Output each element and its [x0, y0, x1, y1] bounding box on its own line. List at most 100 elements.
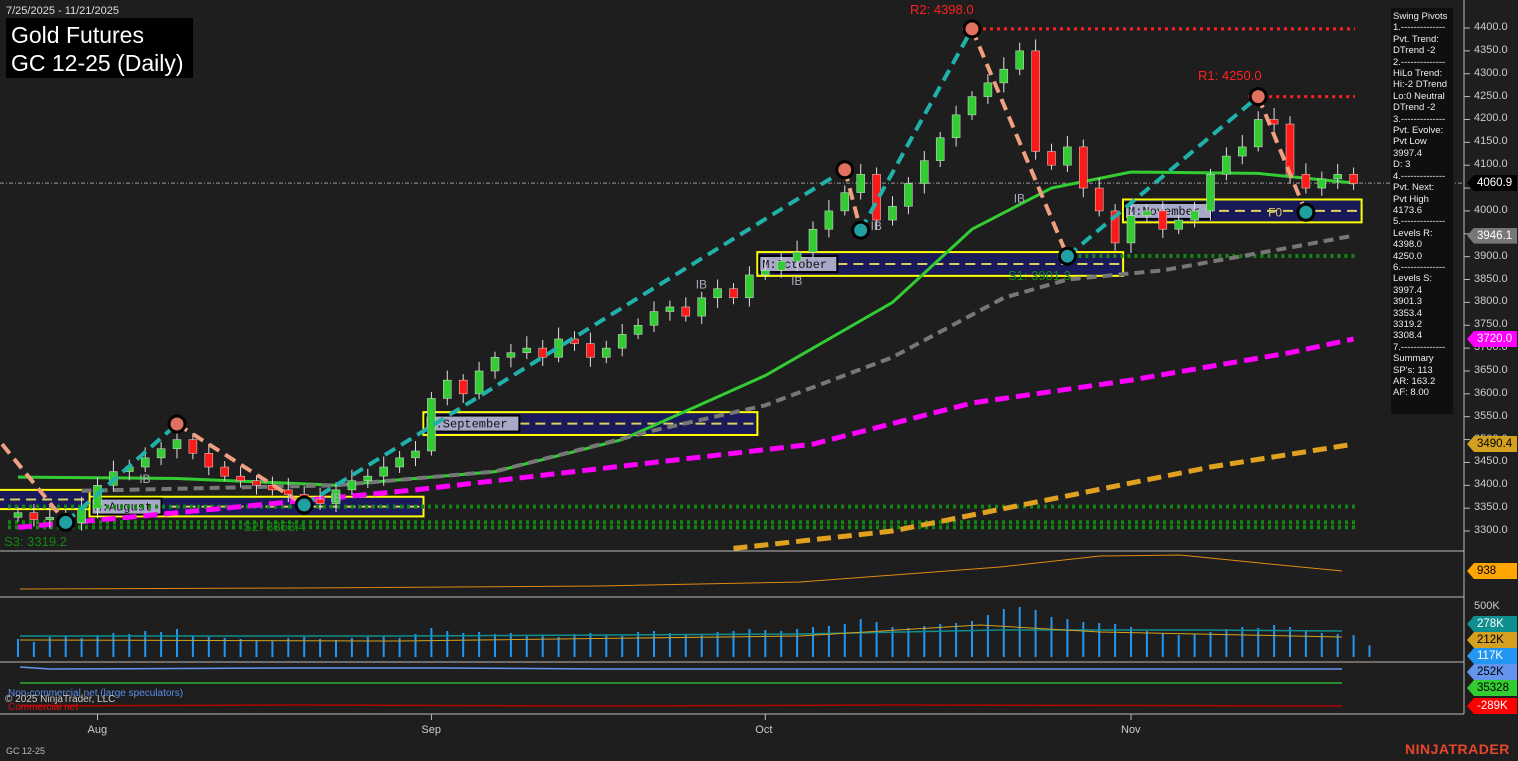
swing-pivot-marker — [1248, 87, 1268, 107]
pivot-panel-line: Swing Pivots — [1393, 11, 1448, 22]
candle-body — [1174, 219, 1183, 230]
pivot-panel-line: Levels S: — [1393, 273, 1433, 285]
candle-body — [411, 450, 420, 459]
price-axis-tick: 3350.0 — [1474, 501, 1508, 514]
chart-annotation: IB — [139, 472, 150, 486]
cot-other-tag: 35328 — [1467, 680, 1517, 696]
candle-body — [45, 517, 55, 520]
candle-body — [1015, 50, 1024, 70]
candle-body — [443, 379, 452, 399]
candle-body — [1079, 146, 1088, 189]
candle-body — [315, 498, 325, 504]
pivot-panel-line: 6.-------------- — [1393, 261, 1446, 273]
chart-annotation: IB — [696, 278, 707, 292]
price-tag: 3946.1 — [1467, 227, 1517, 244]
candle-body — [1031, 50, 1040, 152]
oi-average-line — [19, 624, 1343, 642]
candle-body — [140, 457, 150, 468]
swing-pivot-marker — [851, 220, 871, 240]
candle-body — [538, 347, 547, 358]
title-instrument: Gold Futures — [11, 22, 144, 48]
candle-body — [347, 480, 357, 491]
candle-body — [395, 457, 404, 468]
swing-pivot-marker — [56, 512, 76, 532]
chart-annotation: F0 — [1268, 205, 1282, 219]
candle-body — [29, 512, 39, 520]
candle-body — [1142, 210, 1152, 216]
candle-body — [729, 288, 738, 299]
time-axis-label: Aug — [87, 724, 108, 736]
price-axis-tick: 3900.0 — [1474, 249, 1508, 262]
swing-pivot-marker — [167, 414, 187, 434]
price-axis-tick: 3750.0 — [1474, 318, 1508, 331]
indicator-value-tag: 938 — [1467, 563, 1517, 579]
candle-body — [872, 174, 881, 221]
candle-body — [1047, 151, 1056, 166]
pivot-panel-line: Summary — [1393, 353, 1434, 365]
pivot-panel-line: Pvt. Trend: — [1393, 33, 1439, 45]
candle-body — [761, 270, 770, 276]
pivot-panel-line: AF: 8.00 — [1393, 387, 1429, 399]
price-axis-tick: 4300.0 — [1474, 66, 1508, 79]
candle-body — [363, 475, 373, 481]
candle-body — [506, 352, 516, 358]
indicator-line — [19, 554, 1343, 590]
candle-body — [920, 160, 929, 184]
pivot-panel-line: Pvt. Next: — [1393, 182, 1435, 194]
pivot-panel-line: SP's: 113 — [1393, 364, 1433, 376]
level-label: S3: 3319.2 — [4, 534, 67, 549]
level-label: R2: 4398.0 — [910, 2, 974, 17]
level-label: S2: 3353.4 — [243, 519, 306, 534]
pivot-panel-line: 3901.3 — [1393, 296, 1423, 308]
price-axis-tick: 3650.0 — [1474, 363, 1508, 376]
pivot-panel-line: 3308.4 — [1393, 330, 1423, 342]
candle-body — [1333, 174, 1342, 180]
price-axis-tick: 3450.0 — [1474, 455, 1508, 468]
candle-body — [951, 114, 961, 139]
pivot-panel-line: 3997.4 — [1393, 284, 1423, 296]
chart-canvas[interactable]: M:AugustM:SeptemberM:OctoberM:NovemberR2… — [0, 0, 1518, 761]
candle-body — [156, 448, 166, 459]
candle-body — [458, 379, 468, 395]
pivot-panel-line: AR: 163.2 — [1393, 376, 1436, 387]
price-axis-tick: 4350.0 — [1474, 43, 1508, 56]
instrument-label: GC 12-25 — [6, 746, 46, 756]
time-axis-label: Oct — [755, 724, 773, 736]
candle-body — [13, 512, 23, 518]
candle-body — [1206, 174, 1215, 212]
candle-body — [681, 306, 691, 317]
level-label: R1: 4250.0 — [1198, 68, 1262, 83]
candle-body — [983, 82, 993, 97]
pivot-panel-line: Hi:-2 DTrend — [1393, 79, 1448, 91]
pivot-panel-line: 4398.0 — [1393, 239, 1423, 251]
pivot-panel-line: 7.-------------- — [1393, 341, 1446, 353]
candle-body — [1063, 146, 1072, 166]
candle-body — [236, 475, 245, 481]
candle-body — [1253, 119, 1263, 148]
candle-body — [665, 306, 675, 312]
candle-body — [935, 137, 945, 161]
candle-body — [617, 334, 627, 349]
chart-annotation: IB — [791, 274, 802, 288]
candle-body — [1301, 174, 1311, 189]
pivot-panel-line: Levels R: — [1393, 227, 1433, 239]
time-axis-label: Nov — [1121, 724, 1141, 736]
pivot-panel-line: DTrend -2 — [1393, 45, 1436, 57]
volume-tag: 117K — [1467, 648, 1517, 664]
swing-pivot-marker — [1057, 246, 1077, 266]
pivot-panel-line: DTrend -2 — [1393, 102, 1436, 114]
candle-body — [697, 297, 706, 317]
chart-title-box: Gold Futures GC 12-25 (Daily) — [6, 18, 193, 78]
price-tag: 4060.9 — [1467, 175, 1517, 192]
price-axis-tick: 3600.0 — [1474, 386, 1508, 399]
candle-body — [1317, 178, 1327, 189]
candle-body — [1094, 187, 1104, 212]
candle-body — [1126, 215, 1136, 244]
candle-body — [713, 288, 722, 299]
price-axis-tick: 3800.0 — [1474, 295, 1508, 308]
price-tag: 3490.4 — [1467, 435, 1517, 452]
candle-body — [204, 453, 214, 468]
candle-body — [522, 347, 532, 353]
candle-body — [602, 347, 611, 358]
candle-body — [808, 228, 818, 253]
